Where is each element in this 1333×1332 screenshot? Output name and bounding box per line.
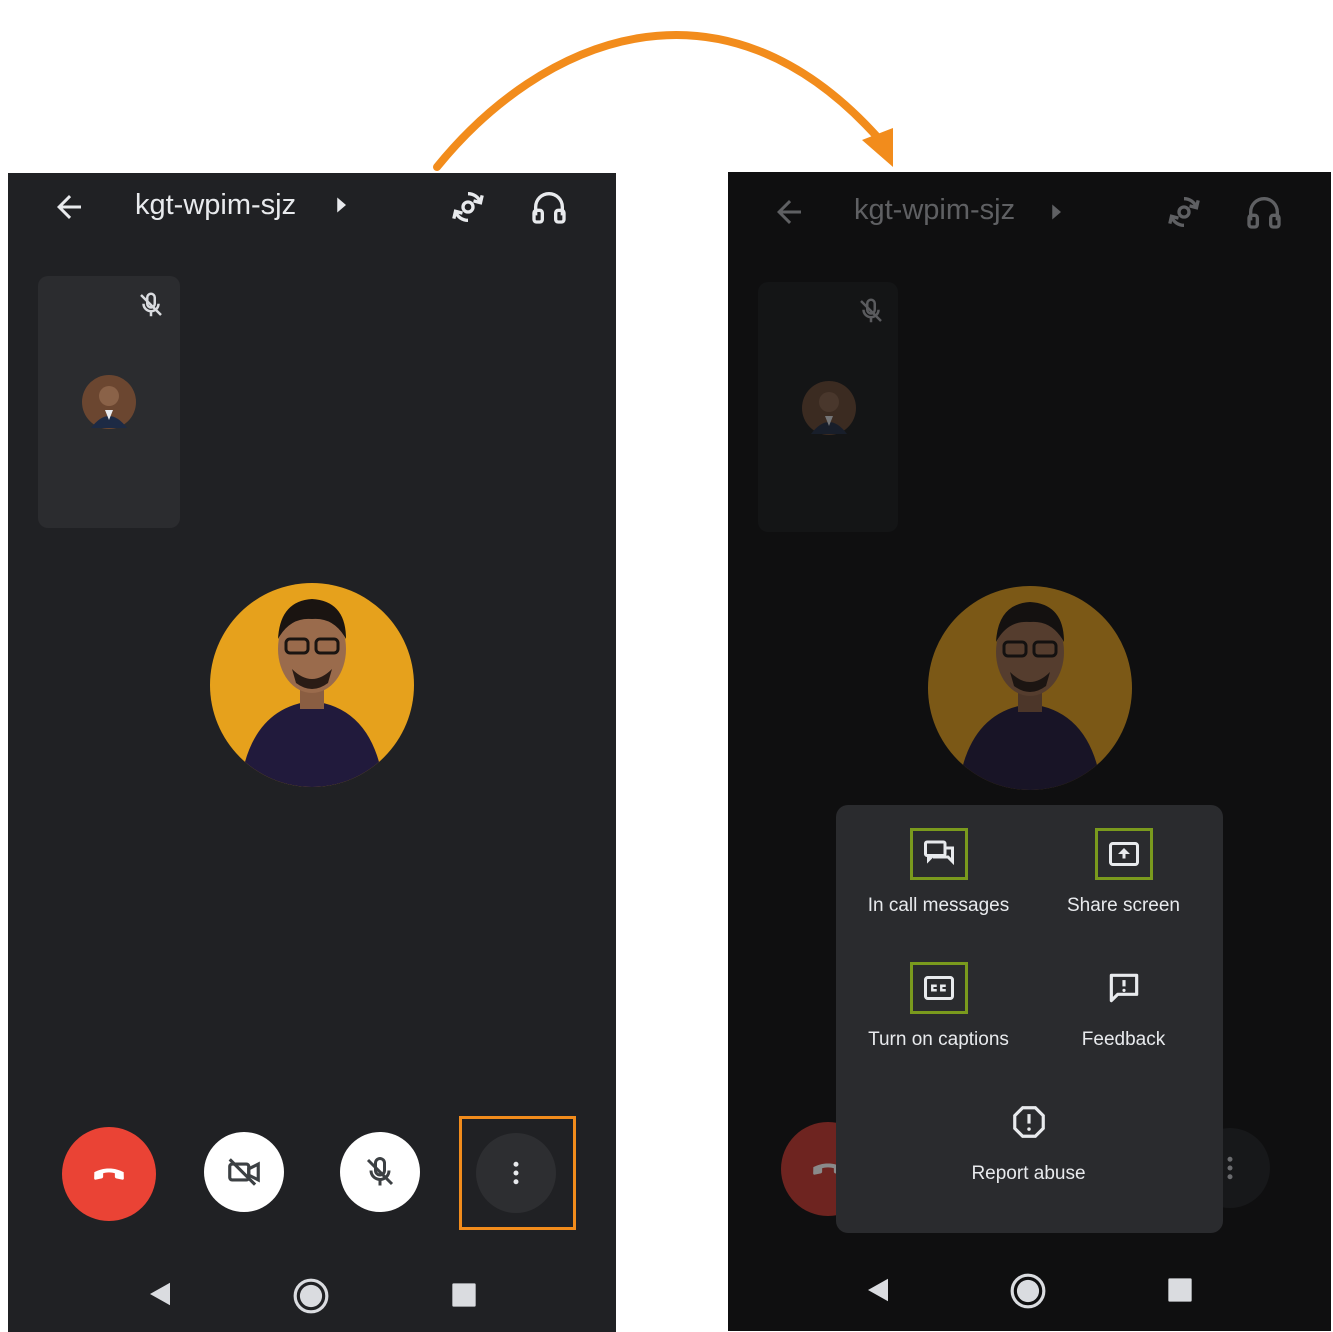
menu-item-feedback[interactable]: Feedback bbox=[1031, 962, 1216, 1051]
video-off-icon bbox=[228, 1158, 260, 1186]
report-icon-wrapper bbox=[1000, 1096, 1058, 1148]
call-screen-menu-open: kgt-wpim-sjz In call messages Share scre… bbox=[728, 172, 1331, 1331]
more-options-button[interactable] bbox=[476, 1133, 556, 1213]
self-avatar bbox=[802, 381, 856, 435]
menu-item-share-screen[interactable]: Share screen bbox=[1031, 828, 1216, 917]
nav-recents-icon[interactable] bbox=[1166, 1276, 1194, 1304]
call-screen-before: kgt-wpim-sjz bbox=[8, 173, 616, 1332]
nav-recents-icon[interactable] bbox=[450, 1281, 478, 1309]
meeting-code[interactable]: kgt-wpim-sjz bbox=[135, 189, 296, 222]
nav-back-icon[interactable] bbox=[145, 1279, 175, 1309]
nav-back-icon[interactable] bbox=[863, 1275, 893, 1305]
present-to-all-icon-highlight bbox=[1094, 828, 1153, 880]
present-to-all-icon bbox=[1108, 842, 1139, 866]
transition-arrow bbox=[433, 31, 893, 171]
switch-camera-icon[interactable] bbox=[1164, 192, 1204, 232]
more-options-menu: In call messages Share screen Turn on ca… bbox=[836, 805, 1223, 1233]
mic-off-icon bbox=[140, 292, 162, 317]
chat-icon-highlight bbox=[909, 828, 968, 880]
menu-item-report-abuse[interactable]: Report abuse bbox=[936, 1096, 1121, 1185]
menu-item-label: Share screen bbox=[1066, 895, 1180, 916]
nav-home-icon[interactable] bbox=[1009, 1272, 1047, 1310]
menu-item-label: Report abuse bbox=[971, 1163, 1086, 1184]
self-avatar bbox=[82, 375, 136, 429]
participant-avatar bbox=[210, 583, 414, 787]
headphones-icon[interactable] bbox=[1244, 192, 1284, 232]
mic-off-icon bbox=[860, 298, 882, 323]
end-call-button[interactable] bbox=[62, 1127, 156, 1221]
closed-caption-icon bbox=[923, 976, 954, 1000]
participant-avatar bbox=[928, 586, 1132, 790]
more-vert-icon bbox=[513, 1161, 519, 1185]
menu-item-captions[interactable]: Turn on captions bbox=[846, 962, 1031, 1051]
report-icon bbox=[1012, 1106, 1045, 1138]
phone-hangup-icon bbox=[94, 1168, 124, 1180]
headphones-icon[interactable] bbox=[529, 187, 569, 227]
self-view-tile[interactable] bbox=[38, 276, 180, 528]
feedback-icon-wrapper bbox=[1095, 962, 1153, 1014]
menu-item-label: Feedback bbox=[1081, 1029, 1166, 1050]
back-arrow-icon[interactable] bbox=[51, 189, 87, 225]
mic-off-button[interactable] bbox=[340, 1132, 420, 1212]
self-view-tile[interactable] bbox=[758, 282, 898, 532]
menu-item-label: Turn on captions bbox=[868, 1029, 1009, 1050]
caret-right-icon bbox=[337, 197, 346, 213]
feedback-icon bbox=[1109, 973, 1138, 1003]
switch-camera-icon[interactable] bbox=[448, 187, 488, 227]
back-arrow-icon[interactable] bbox=[771, 194, 807, 230]
camera-off-button[interactable] bbox=[204, 1132, 284, 1212]
chat-icon bbox=[923, 840, 954, 866]
nav-home-icon[interactable] bbox=[292, 1277, 330, 1315]
closed-caption-icon-highlight bbox=[909, 962, 968, 1014]
caret-right-icon bbox=[1052, 204, 1061, 220]
menu-item-in-call-messages[interactable]: In call messages bbox=[846, 828, 1031, 917]
mic-off-icon bbox=[366, 1157, 394, 1186]
meeting-code[interactable]: kgt-wpim-sjz bbox=[854, 194, 1015, 227]
menu-item-label: In call messages bbox=[867, 895, 1010, 916]
